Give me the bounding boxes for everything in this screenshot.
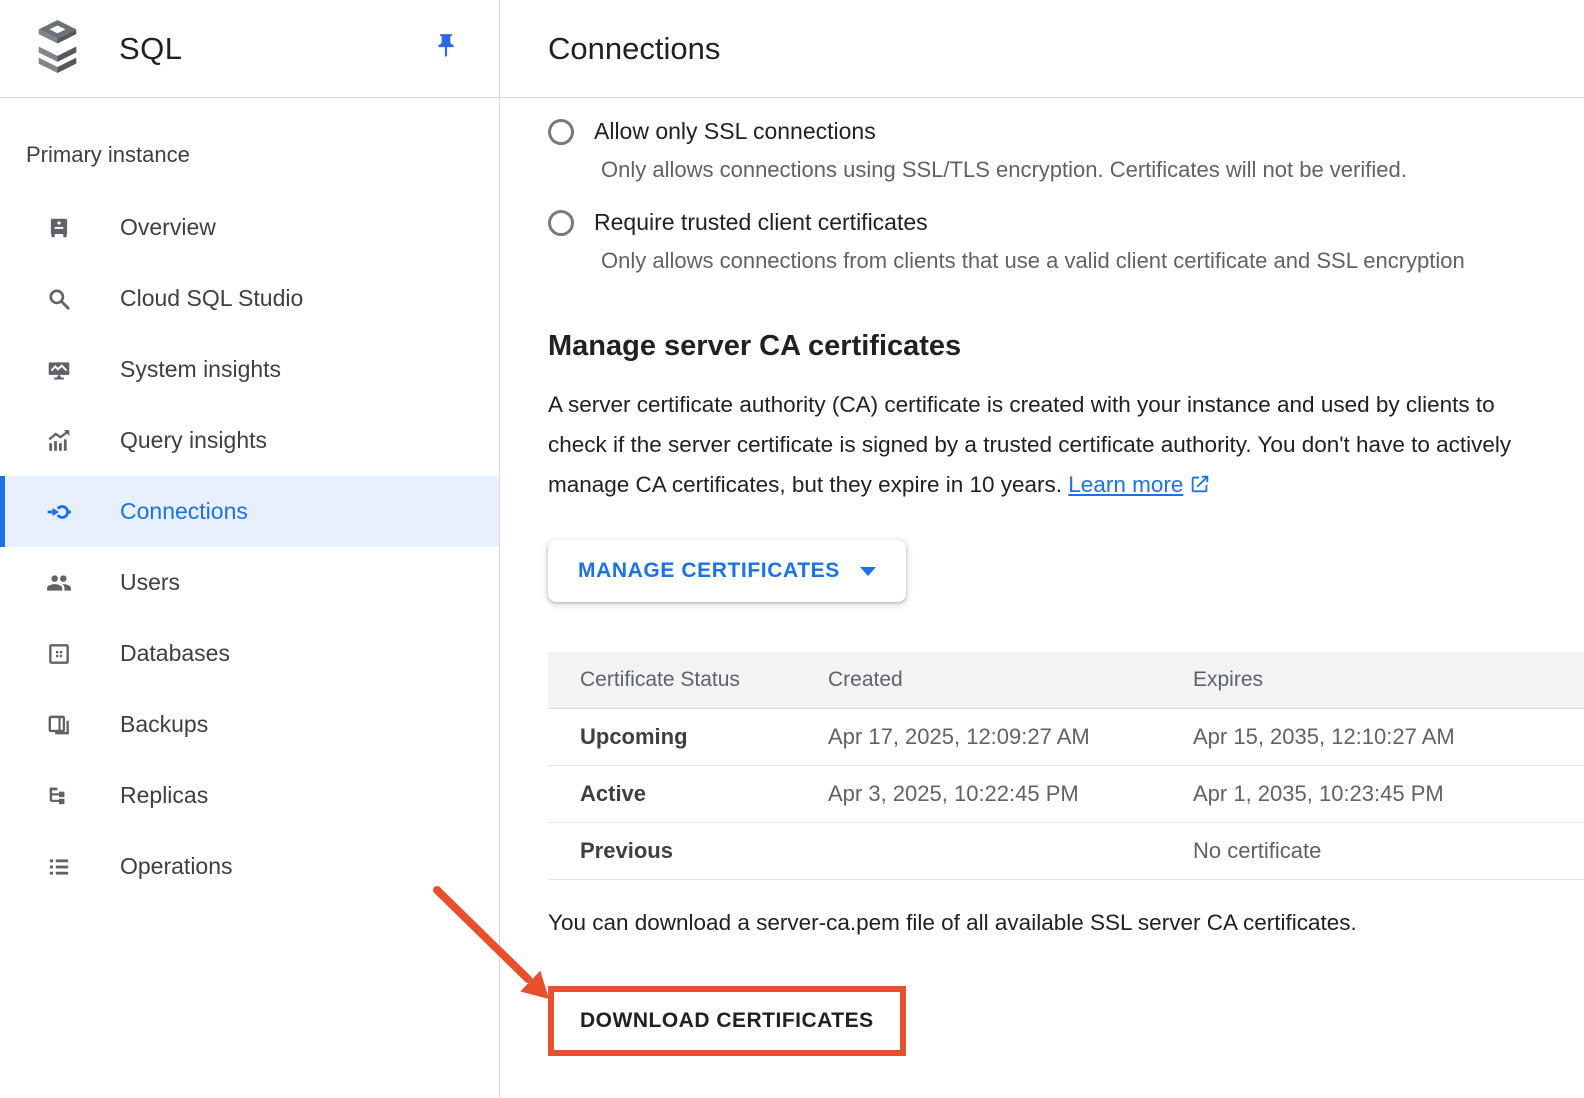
- cloud-sql-console: SQL Primary instance Overview: [0, 0, 1584, 1098]
- radio-button[interactable]: [548, 210, 574, 236]
- download-certificates-button[interactable]: DOWNLOAD CERTIFICATES: [554, 992, 900, 1050]
- sidebar-item-label: Databases: [120, 640, 230, 667]
- sidebar-item-databases[interactable]: Databases: [0, 618, 499, 689]
- sidebar-item-system-insights[interactable]: System insights: [0, 334, 499, 405]
- backups-icon: [46, 712, 72, 738]
- column-created: Created: [796, 652, 1161, 708]
- chevron-down-icon: [860, 567, 876, 576]
- search-icon: [46, 286, 72, 312]
- column-expires: Expires: [1161, 652, 1584, 708]
- annotation-highlight-box: DOWNLOAD CERTIFICATES: [548, 986, 906, 1056]
- certificates-table: Certificate Status Created Expires Upcom…: [548, 652, 1584, 880]
- ssl-option-allow-only-ssl: Allow only SSL connections: [548, 118, 1584, 145]
- sidebar-item-label: Cloud SQL Studio: [120, 285, 303, 312]
- connections-icon: [46, 499, 72, 525]
- external-link-icon: [1189, 468, 1211, 508]
- databases-icon: [46, 641, 72, 667]
- sidebar-item-query-insights[interactable]: Query insights: [0, 405, 499, 476]
- sidebar-item-label: Users: [120, 569, 180, 596]
- table-header-row: Certificate Status Created Expires: [548, 652, 1584, 708]
- sidebar-item-label: Connections: [120, 498, 248, 525]
- manage-ca-heading: Manage server CA certificates: [548, 330, 1584, 363]
- sidebar-item-connections[interactable]: Connections: [0, 476, 499, 547]
- sidebar-section-label: Primary instance: [26, 142, 499, 168]
- manage-certificates-button[interactable]: MANAGE CERTIFICATES: [548, 540, 906, 602]
- radio-label[interactable]: Allow only SSL connections: [594, 118, 876, 145]
- sidebar-item-label: Backups: [120, 711, 208, 738]
- sidebar-item-label: Replicas: [120, 782, 208, 809]
- table-row: Upcoming Apr 17, 2025, 12:09:27 AM Apr 1…: [548, 708, 1584, 765]
- page-title: Connections: [548, 31, 720, 67]
- sidebar-item-overview[interactable]: Overview: [0, 192, 499, 263]
- sidebar-item-cloud-sql-studio[interactable]: Cloud SQL Studio: [0, 263, 499, 334]
- main-content: Allow only SSL connections Only allows c…: [500, 98, 1584, 1056]
- download-note: You can download a server-ca.pem file of…: [548, 910, 1584, 936]
- cert-expires: Apr 15, 2035, 12:10:27 AM: [1161, 708, 1584, 765]
- sidebar-nav: Overview Cloud SQL Studio: [0, 192, 499, 902]
- radio-description: Only allows connections using SSL/TLS en…: [601, 157, 1584, 183]
- cert-expires: Apr 1, 2035, 10:23:45 PM: [1161, 765, 1584, 822]
- cert-created: [796, 822, 1161, 879]
- overview-icon: [46, 215, 72, 241]
- table-row: Previous No certificate: [548, 822, 1584, 879]
- app-title: SQL: [119, 31, 183, 67]
- column-certificate-status: Certificate Status: [548, 652, 796, 708]
- operations-icon: [46, 854, 72, 880]
- cert-created: Apr 17, 2025, 12:09:27 AM: [796, 708, 1161, 765]
- cert-status: Previous: [548, 822, 796, 879]
- learn-more-link[interactable]: Learn more: [1068, 472, 1183, 497]
- manage-certificates-label: MANAGE CERTIFICATES: [578, 559, 840, 583]
- sidebar-item-backups[interactable]: Backups: [0, 689, 499, 760]
- sidebar-item-label: Overview: [120, 214, 216, 241]
- system-insights-icon: [46, 357, 72, 383]
- radio-description: Only allows connections from clients tha…: [601, 248, 1584, 274]
- pin-icon[interactable]: [433, 31, 459, 66]
- sidebar-header: SQL: [0, 0, 499, 98]
- replicas-icon: [46, 783, 72, 809]
- radio-label[interactable]: Require trusted client certificates: [594, 209, 928, 236]
- cert-status: Upcoming: [548, 708, 796, 765]
- cloud-sql-logo-icon: [33, 20, 82, 78]
- sidebar-item-operations[interactable]: Operations: [0, 831, 499, 902]
- cert-status: Active: [548, 765, 796, 822]
- users-icon: [46, 570, 72, 596]
- query-insights-icon: [46, 428, 72, 454]
- main-header: Connections: [500, 0, 1584, 98]
- sidebar-item-users[interactable]: Users: [0, 547, 499, 618]
- table-row: Active Apr 3, 2025, 10:22:45 PM Apr 1, 2…: [548, 765, 1584, 822]
- sidebar: SQL Primary instance Overview: [0, 0, 500, 1098]
- cert-expires: No certificate: [1161, 822, 1584, 879]
- sidebar-item-label: Query insights: [120, 427, 267, 454]
- sidebar-item-label: System insights: [120, 356, 281, 383]
- sidebar-item-replicas[interactable]: Replicas: [0, 760, 499, 831]
- radio-button[interactable]: [548, 119, 574, 145]
- main-panel: Connections Allow only SSL connections O…: [500, 0, 1584, 1098]
- manage-ca-body-text: A server certificate authority (CA) cert…: [548, 392, 1511, 497]
- cert-created: Apr 3, 2025, 10:22:45 PM: [796, 765, 1161, 822]
- ssl-option-require-client-certs: Require trusted client certificates: [548, 209, 1584, 236]
- sidebar-item-label: Operations: [120, 853, 233, 880]
- manage-ca-description: A server certificate authority (CA) cert…: [548, 385, 1548, 508]
